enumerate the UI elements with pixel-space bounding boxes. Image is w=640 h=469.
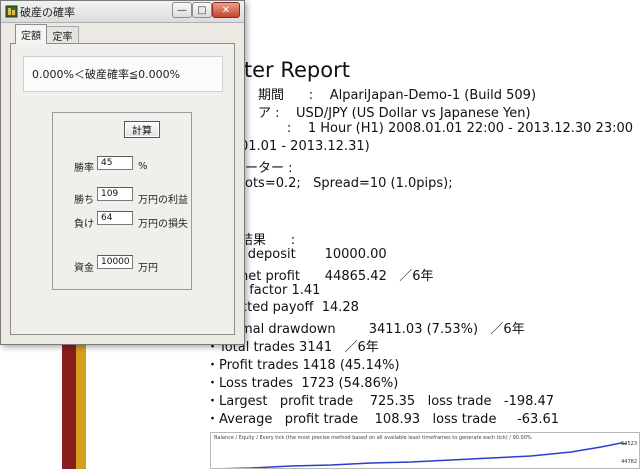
capital-input[interactable]: 10000 (97, 255, 133, 269)
report-line: ア : USD/JPY (US Dollar vs Japanese Yen) (258, 106, 531, 121)
report-line: ・Profit trades 1418 (45.14%) (206, 358, 400, 373)
report-line: t factor 1.41 (240, 283, 321, 298)
loss-amount-input[interactable]: 64 (97, 211, 133, 225)
report-line: ーター : (245, 161, 293, 176)
tab-fixed-rate[interactable]: 定率 (47, 26, 79, 43)
report-line: 結果 : (240, 233, 296, 248)
maximize-button[interactable]: □ (192, 2, 212, 18)
window-title: 破産の確率 (20, 6, 75, 19)
win-rate-input[interactable]: 45 (97, 156, 133, 170)
app-icon (5, 5, 18, 18)
report-line: : 1 Hour (H1) 2008.01.01 22:00 - 2013.12… (258, 121, 634, 136)
win-amount-unit: 万円の利益 (138, 195, 188, 206)
win-amount-label: 勝ち (74, 195, 94, 206)
win-rate-unit: % (138, 161, 148, 172)
report-line: ・Loss trades 1723 (54.86%) (206, 376, 399, 391)
loss-amount-label: 負け (74, 219, 94, 230)
report-line: ots=0.2; Spread=10 (1.0pips); (245, 176, 453, 191)
balance-chart-thumbnail: Balance / Equity / Every tick (the most … (210, 432, 640, 469)
win-rate-label: 勝率 (74, 163, 94, 174)
report-line: 01.01 - 2013.12.31) (240, 139, 370, 154)
chart-label-bottom: 44782 (621, 459, 637, 465)
chart-label-top: 54523 (621, 441, 637, 447)
capital-unit: 万円 (138, 263, 158, 274)
report-line: cted payoff 14.28 (240, 300, 359, 315)
report-line: l deposit 10000.00 (240, 247, 387, 262)
capital-label: 資金 (74, 263, 94, 274)
win-amount-input[interactable]: 109 (97, 187, 133, 201)
balance-line (222, 442, 627, 468)
balance-curve (222, 442, 627, 468)
report-line: 期間 : AlpariJapan-Demo-1 (Build 509) (258, 88, 537, 103)
calculate-button[interactable]: 計算 (124, 121, 160, 138)
probability-result: 0.000%＜破産確率≦0.000% (23, 56, 223, 92)
bankruptcy-probability-window[interactable]: 破産の確率 — □ ✕ 定額 定率 0.000%＜破産確率≦0.000% 計算 … (0, 0, 245, 345)
report-line: ・Largest profit trade 725.35 loss trade … (206, 394, 555, 409)
report-line: net profit 44865.42 ／6年 (240, 269, 434, 284)
loss-amount-unit: 万円の損失 (138, 219, 188, 230)
report-line: ・Average profit trade 108.93 loss trade … (206, 412, 560, 427)
close-button[interactable]: ✕ (212, 2, 240, 18)
tab-fixed-amount[interactable]: 定額 (15, 24, 47, 44)
report-line: mal drawdown 3411.03 (7.53%) ／6年 (240, 322, 525, 337)
window-titlebar[interactable]: 破産の確率 — □ ✕ (1, 1, 244, 23)
minimize-button[interactable]: — (172, 2, 192, 18)
